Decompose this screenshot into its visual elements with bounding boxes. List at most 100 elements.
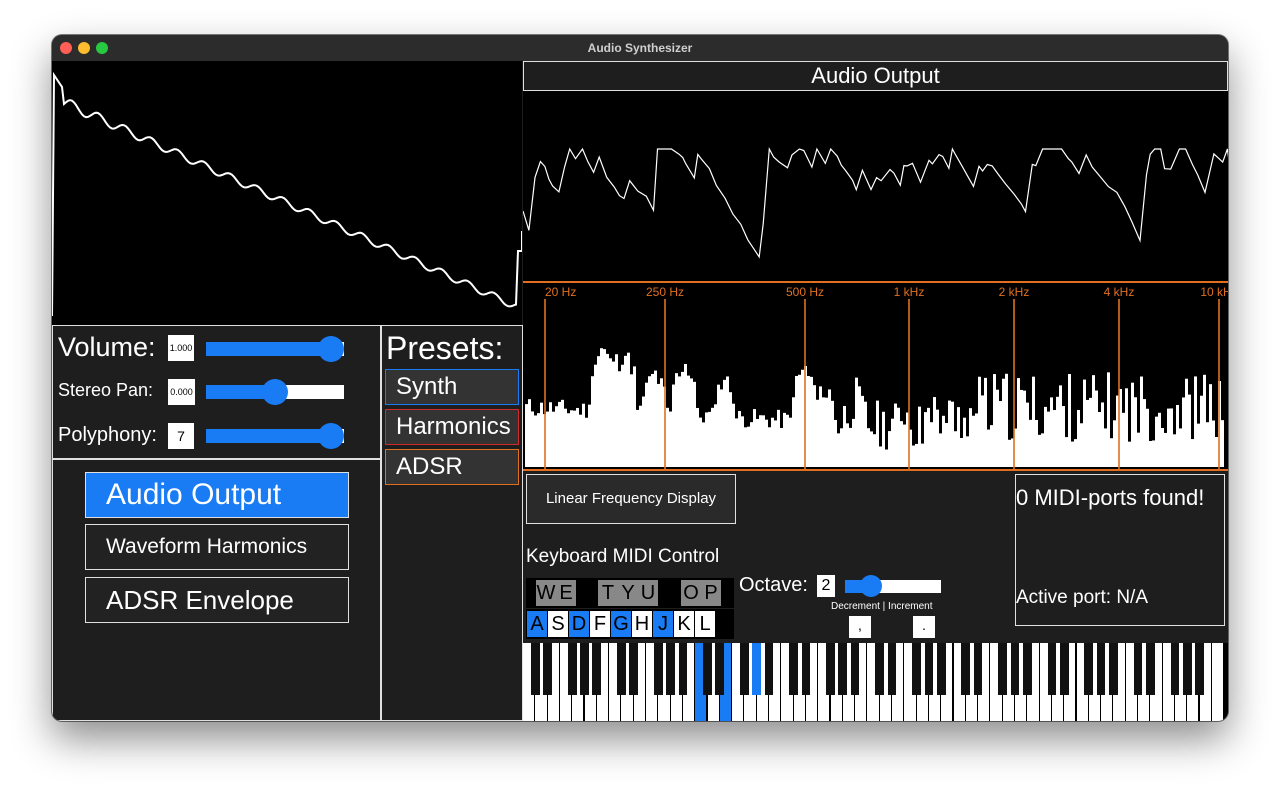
polyphony-value[interactable]: 7 — [168, 423, 194, 449]
spectrum-bar — [816, 399, 819, 467]
preset-harmonics-button[interactable]: Harmonics — [385, 409, 519, 445]
spectrum-bar — [1020, 389, 1023, 467]
piano-black-key[interactable] — [789, 643, 798, 695]
piano-black-key[interactable] — [1059, 643, 1069, 695]
piano-black-key[interactable] — [580, 643, 589, 695]
piano-black-key[interactable] — [1047, 643, 1057, 695]
piano-black-key[interactable] — [850, 643, 860, 695]
preset-adsr-button[interactable]: ADSR — [385, 449, 519, 485]
polyphony-slider-knob[interactable] — [318, 423, 344, 449]
spectrum-bar — [1185, 378, 1188, 467]
spectrum-bar — [756, 418, 759, 467]
spectrum-bar — [936, 409, 939, 467]
spectrum-bar — [852, 418, 855, 467]
octave-slider[interactable] — [845, 575, 941, 597]
volume-slider-knob[interactable] — [318, 336, 344, 362]
piano-black-key[interactable] — [838, 643, 848, 695]
key-k[interactable]: K — [674, 611, 694, 637]
pan-value[interactable]: 0.000 — [168, 379, 195, 405]
piano-black-key[interactable] — [703, 643, 712, 695]
volume-slider[interactable] — [206, 336, 344, 362]
piano-black-key[interactable] — [1084, 643, 1094, 695]
spectrum-bar — [528, 399, 531, 467]
piano-black-key[interactable] — [530, 643, 540, 695]
view-adsr-envelope-button[interactable]: ADSR Envelope — [85, 577, 349, 623]
piano-black-key[interactable] — [936, 643, 946, 695]
piano-black-key[interactable] — [666, 643, 675, 695]
key-f[interactable]: F — [590, 611, 610, 637]
key-o[interactable]: O — [681, 580, 701, 606]
piano-black-key[interactable] — [875, 643, 884, 695]
spectrum-bar — [558, 401, 561, 467]
piano-black-key[interactable] — [592, 643, 602, 695]
octave-slider-knob[interactable] — [859, 575, 882, 597]
key-w[interactable]: W — [536, 580, 556, 606]
linear-frequency-display-button[interactable]: Linear Frequency Display — [526, 474, 736, 524]
key-a[interactable]: A — [527, 611, 547, 637]
piano-black-key[interactable] — [1195, 643, 1204, 695]
piano-black-key[interactable] — [887, 643, 897, 695]
spectrum-bar — [990, 425, 993, 467]
spectrum-bar — [1038, 434, 1041, 467]
spectrum-bar — [1167, 408, 1170, 467]
piano-white-key[interactable] — [1211, 643, 1225, 721]
view-waveform-harmonics-button[interactable]: Waveform Harmonics — [85, 524, 349, 570]
piano-black-key[interactable] — [924, 643, 934, 695]
piano-black-key[interactable] — [617, 643, 626, 695]
spectrum-bar — [672, 384, 675, 467]
octave-increment-button[interactable]: . — [913, 616, 935, 638]
spectrum-bar — [1164, 432, 1167, 467]
key-s[interactable]: S — [548, 611, 568, 637]
piano-black-key[interactable] — [629, 643, 638, 695]
piano-black-key[interactable] — [543, 643, 552, 695]
octave-decrement-button[interactable]: , — [849, 616, 871, 638]
piano-keyboard[interactable] — [523, 643, 1228, 721]
piano-black-key[interactable] — [826, 643, 835, 695]
piano-black-key[interactable] — [678, 643, 688, 695]
key-g[interactable]: G — [611, 611, 631, 637]
key-e[interactable]: E — [556, 580, 576, 606]
piano-black-key[interactable] — [653, 643, 663, 695]
view-audio-output-button[interactable]: Audio Output — [85, 472, 349, 518]
key-j[interactable]: J — [653, 611, 673, 637]
spectrum-bar — [1074, 439, 1077, 467]
spectrum-bar — [858, 386, 861, 467]
key-y[interactable]: Y — [618, 580, 638, 606]
piano-black-key[interactable] — [752, 643, 761, 695]
key-d[interactable]: D — [569, 611, 589, 637]
key-t[interactable]: T — [598, 580, 618, 606]
key-l[interactable]: L — [695, 611, 715, 637]
piano-black-key[interactable] — [567, 643, 577, 695]
piano-black-key[interactable] — [1170, 643, 1180, 695]
octave-value[interactable]: 2 — [817, 575, 835, 597]
key-h[interactable]: H — [632, 611, 652, 637]
key-p[interactable]: P — [701, 580, 721, 606]
volume-value[interactable]: 1.000 — [168, 335, 194, 361]
piano-black-key[interactable] — [1133, 643, 1143, 695]
piano-black-key[interactable] — [1182, 643, 1192, 695]
piano-black-key[interactable] — [740, 643, 749, 695]
piano-black-key[interactable] — [1022, 643, 1032, 695]
spectrum-bar — [705, 412, 708, 467]
piano-black-key[interactable] — [1109, 643, 1118, 695]
piano-black-key[interactable] — [1145, 643, 1155, 695]
spectrum-bar — [567, 413, 570, 467]
pan-slider-knob[interactable] — [262, 379, 288, 405]
controls-panel: Volume: 1.000 Stereo Pan: 0.000 Polyphon… — [52, 325, 381, 459]
piano-black-key[interactable] — [1010, 643, 1020, 695]
piano-black-key[interactable] — [1096, 643, 1106, 695]
polyphony-slider[interactable] — [206, 423, 344, 449]
pan-slider[interactable] — [206, 379, 344, 405]
piano-black-key[interactable] — [961, 643, 971, 695]
piano-black-key[interactable] — [764, 643, 774, 695]
key-u[interactable]: U — [638, 580, 658, 606]
piano-black-key[interactable] — [973, 643, 983, 695]
piano-black-key[interactable] — [715, 643, 725, 695]
piano-black-key[interactable] — [912, 643, 921, 695]
piano-black-key[interactable] — [801, 643, 811, 695]
spectrum-bar — [579, 414, 582, 467]
spectrum-bar — [1221, 420, 1224, 467]
preset-synth-button[interactable]: Synth — [385, 369, 519, 405]
piano-black-key[interactable] — [998, 643, 1007, 695]
spectrum-bar — [927, 407, 930, 467]
